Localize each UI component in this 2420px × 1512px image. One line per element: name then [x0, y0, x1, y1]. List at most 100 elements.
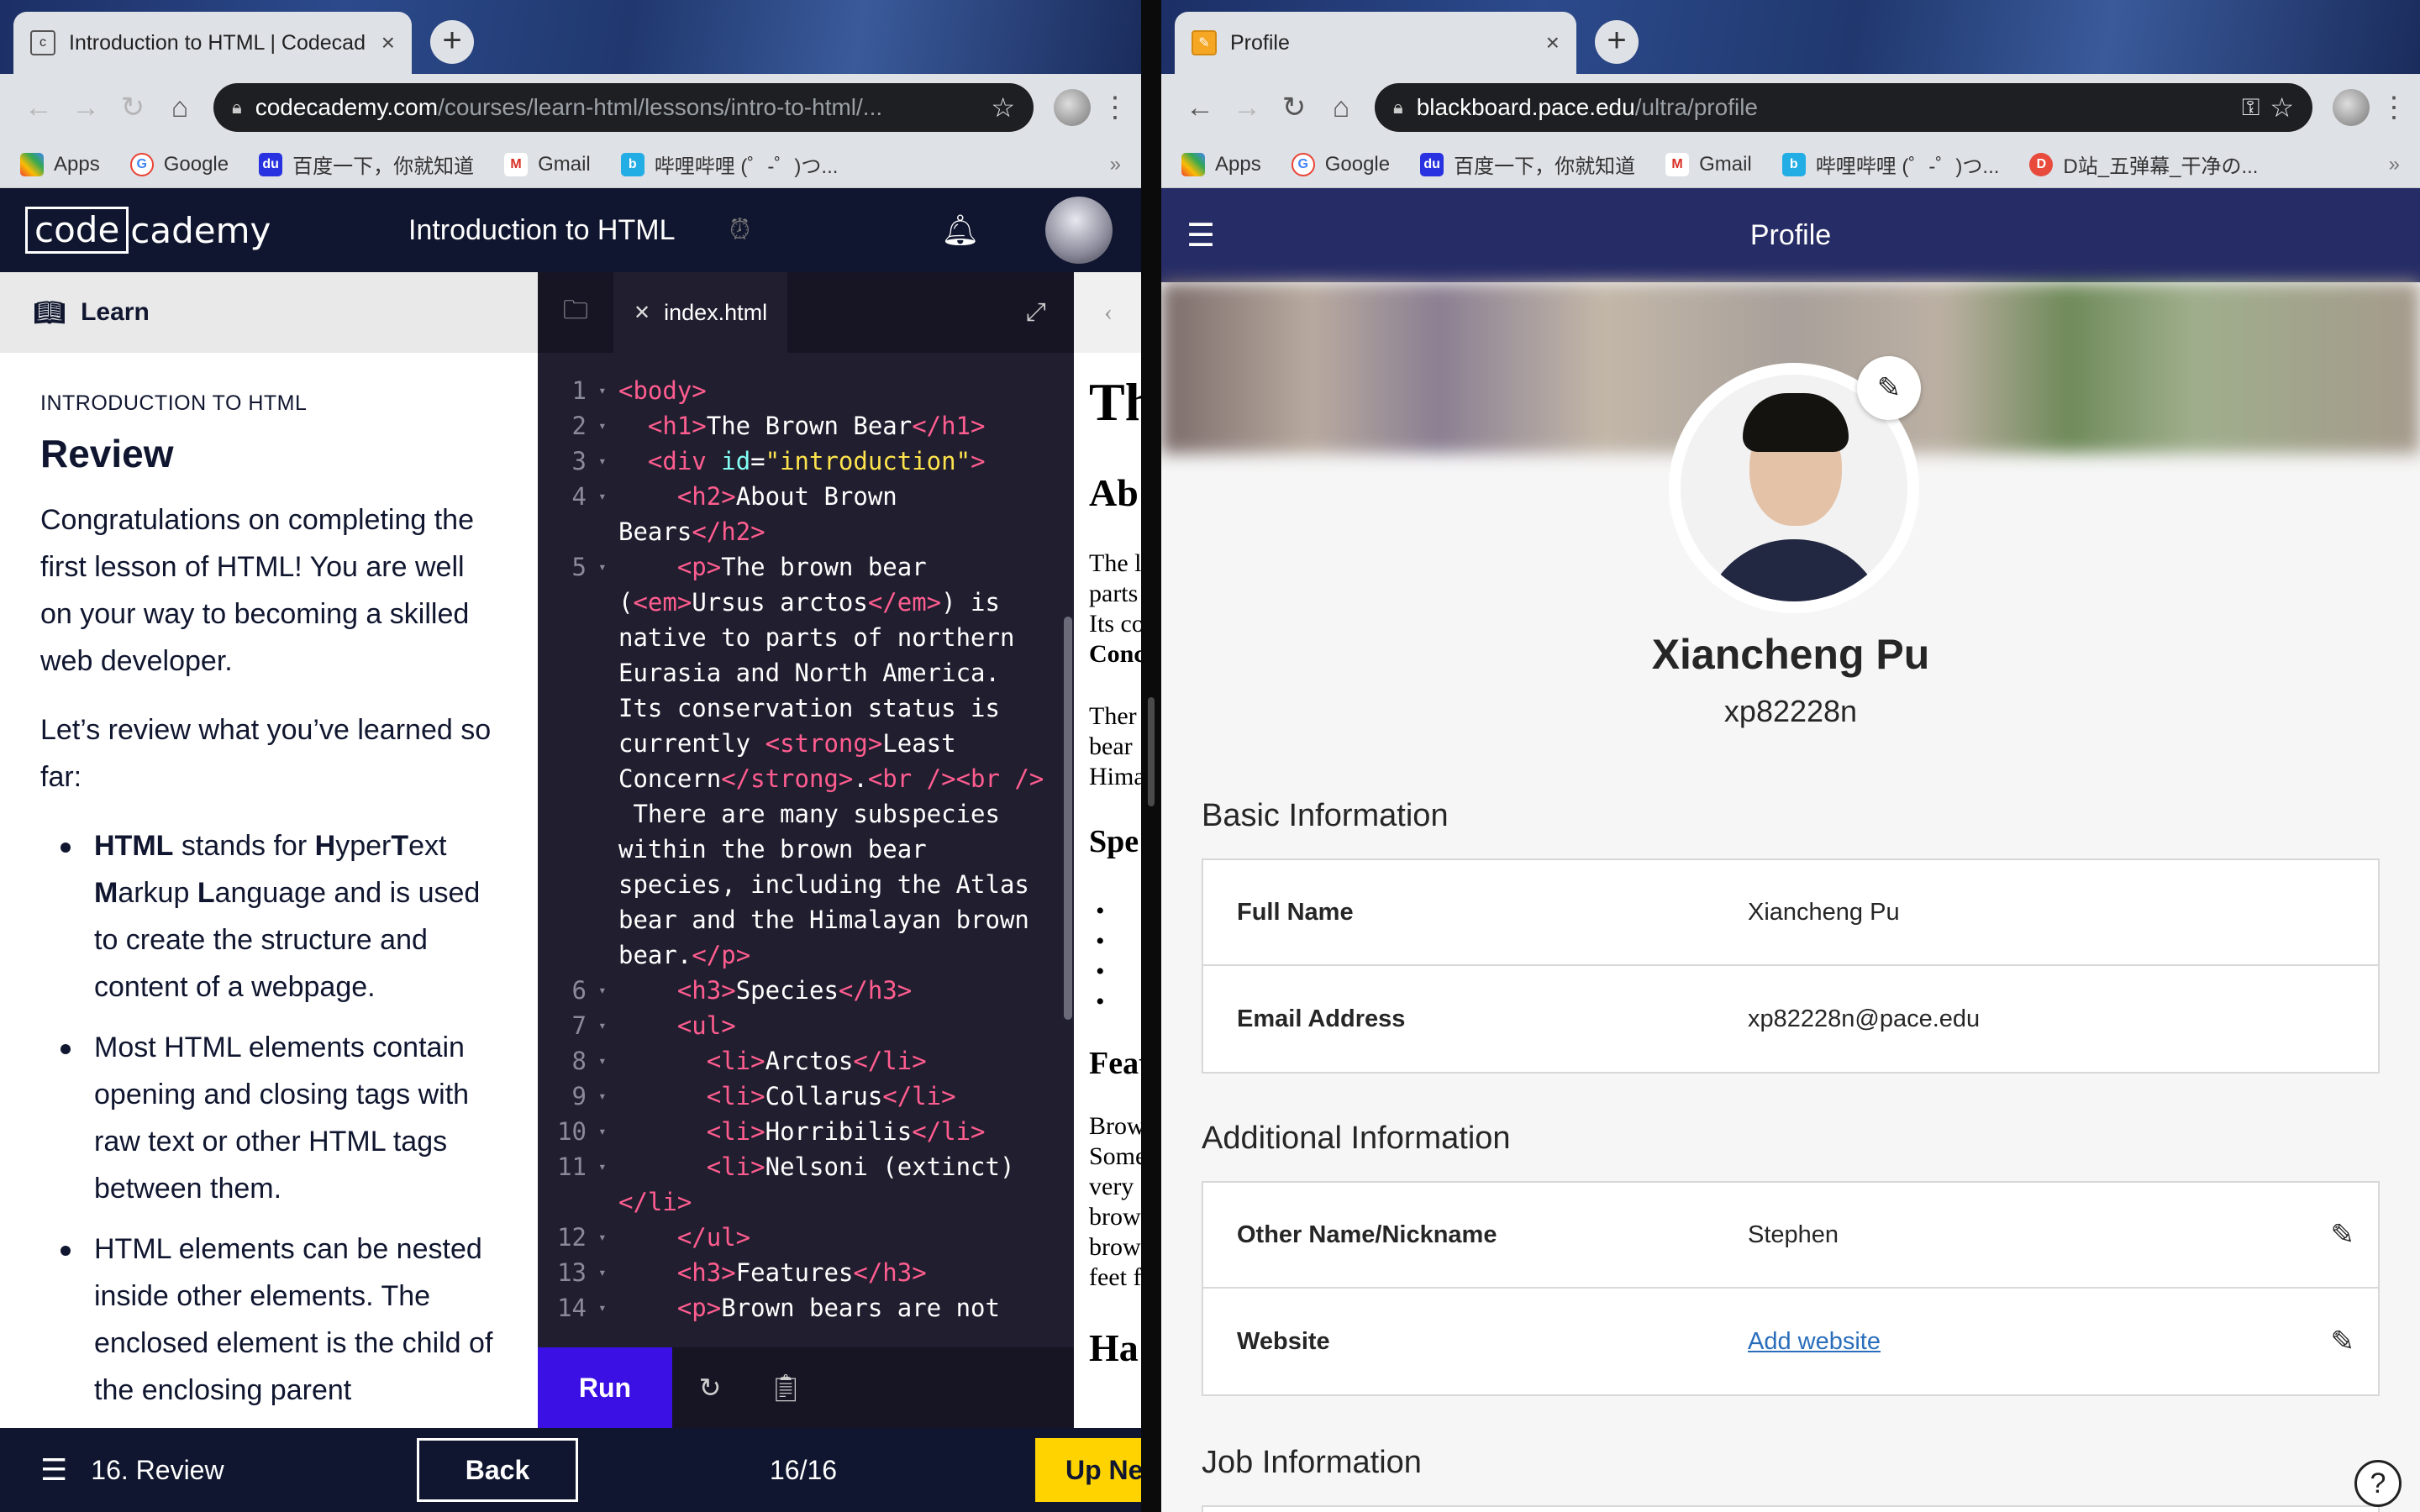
- forward-arrow-icon[interactable]: →: [62, 92, 109, 124]
- code-line[interactable]: There are many subspecies: [538, 796, 1054, 832]
- code-line[interactable]: 2 ▾ <h1>The Brown Bear</h1>: [538, 408, 1054, 444]
- browser-preview[interactable]: ‹ Th Ab The l parts Its co Conc Ther bea…: [1074, 272, 1141, 1428]
- code-line[interactable]: Bears</h2>: [538, 514, 1054, 549]
- code-line[interactable]: 12 ▾ </ul>: [538, 1220, 1054, 1255]
- code-line[interactable]: 14 ▾ <p>Brown bears are not: [538, 1290, 1054, 1326]
- code-line[interactable]: (<em>Ursus arctos</em>) is: [538, 585, 1054, 620]
- split-divider[interactable]: [1141, 0, 1161, 1512]
- code-line[interactable]: 8 ▾ <li>Arctos</li>: [538, 1043, 1054, 1079]
- reload-icon[interactable]: ↻: [109, 91, 156, 124]
- bookmark-dzhan[interactable]: D D站_五弹幕_干净の...: [2029, 150, 2258, 179]
- up-next-button[interactable]: Up Ne: [1035, 1438, 1141, 1502]
- close-file-icon[interactable]: ✕: [634, 301, 650, 325]
- add-website-link[interactable]: Add website: [1748, 1328, 1881, 1356]
- bookmark-baidu[interactable]: du 百度一下，你就知道: [1420, 150, 1635, 179]
- code-line[interactable]: 6 ▾ <h3>Species</h3>: [538, 973, 1054, 1008]
- menu-icon[interactable]: ☰: [40, 1452, 67, 1488]
- code-line[interactable]: Eurasia and North America.: [538, 655, 1054, 690]
- fold-arrow-icon[interactable]: ▾: [598, 1079, 618, 1114]
- new-tab-button[interactable]: +: [430, 20, 474, 64]
- code-line[interactable]: native to parts of northern: [538, 620, 1054, 655]
- browser-tab-profile[interactable]: ✎ Profile ×: [1175, 12, 1576, 74]
- divider-handle[interactable]: [1148, 697, 1155, 806]
- bookmark-gmail[interactable]: M Gmail: [1665, 152, 1752, 176]
- reload-icon[interactable]: ↻: [1270, 91, 1318, 124]
- code-line[interactable]: 4 ▾ <h2>About Brown: [538, 479, 1054, 514]
- alarm-clock-icon[interactable]: ⏰︎: [729, 214, 750, 246]
- address-bar[interactable]: 🔒︎ codecademy.com /courses/learn-html/le…: [213, 83, 1034, 132]
- back-arrow-icon[interactable]: ←: [1176, 92, 1223, 124]
- edit-website-pencil-icon[interactable]: ✎: [2331, 1325, 2355, 1358]
- close-tab-icon[interactable]: ×: [381, 29, 395, 56]
- browser-menu-icon[interactable]: ⋮: [1101, 91, 1129, 124]
- code-line[interactable]: Its conservation status is: [538, 690, 1054, 726]
- code-area[interactable]: 1 ▾ <body> 2 ▾ <h1>The Brown Bear</h1> 3 ▾ <di…: [538, 373, 1054, 1347]
- fold-arrow-icon[interactable]: ▾: [598, 408, 618, 444]
- fold-arrow-icon[interactable]: ▾: [598, 1255, 618, 1290]
- hamburger-menu-icon[interactable]: ☰: [1186, 217, 1215, 255]
- profile-avatar[interactable]: [1054, 89, 1091, 126]
- bookmark-apps[interactable]: Apps: [1181, 152, 1261, 176]
- fold-arrow-icon[interactable]: ▾: [598, 1008, 618, 1043]
- editor-scrollbar[interactable]: [1064, 617, 1072, 1020]
- home-icon[interactable]: ⌂: [1318, 92, 1365, 124]
- user-avatar[interactable]: [1045, 197, 1113, 264]
- fold-arrow-icon[interactable]: ▾: [598, 1220, 618, 1255]
- bookmark-star-icon[interactable]: ☆: [2270, 92, 2294, 123]
- profile-avatar[interactable]: [2333, 89, 2370, 126]
- fold-arrow-icon[interactable]: ▾: [598, 373, 618, 408]
- back-button[interactable]: Back: [417, 1438, 578, 1502]
- learn-tab[interactable]: 📖︎ Learn: [0, 272, 538, 353]
- code-line[interactable]: 1 ▾ <body>: [538, 373, 1054, 408]
- bookmark-google[interactable]: G Google: [129, 152, 229, 176]
- current-lesson[interactable]: 16. Review: [91, 1455, 224, 1486]
- code-line[interactable]: 3 ▾ <div id="introduction">: [538, 444, 1054, 479]
- notification-bell-icon[interactable]: 🔔︎: [941, 213, 980, 248]
- code-line[interactable]: bear.</p>: [538, 937, 1054, 973]
- browser-menu-icon[interactable]: ⋮: [2380, 91, 2408, 124]
- help-icon[interactable]: ?: [2354, 1460, 2402, 1507]
- code-line[interactable]: 10 ▾ <li>Horribilis</li>: [538, 1114, 1054, 1149]
- bookmark-star-icon[interactable]: ☆: [991, 92, 1015, 123]
- close-tab-icon[interactable]: ×: [1546, 29, 1560, 56]
- reset-icon[interactable]: ↻: [672, 1372, 748, 1404]
- codecademy-logo[interactable]: code cademy: [25, 207, 271, 254]
- code-line[interactable]: Concern</strong>.<br /><br />: [538, 761, 1054, 796]
- forward-arrow-icon[interactable]: →: [1223, 92, 1270, 124]
- fold-arrow-icon[interactable]: ▾: [598, 1114, 618, 1149]
- fold-arrow-icon[interactable]: ▾: [598, 549, 618, 585]
- bookmark-google[interactable]: G Google: [1291, 152, 1390, 176]
- back-arrow-icon[interactable]: ←: [15, 92, 62, 124]
- edit-avatar-pencil-icon[interactable]: ✎: [1857, 356, 1921, 420]
- new-tab-button[interactable]: +: [1595, 20, 1639, 64]
- fold-arrow-icon[interactable]: ▾: [598, 479, 618, 514]
- code-line[interactable]: 7 ▾ <ul>: [538, 1008, 1054, 1043]
- fold-arrow-icon[interactable]: ▾: [598, 1149, 618, 1184]
- fold-arrow-icon[interactable]: ▾: [598, 444, 618, 479]
- code-line[interactable]: 11 ▾ <li>Nelsoni (extinct): [538, 1149, 1054, 1184]
- copy-clipboard-icon[interactable]: 📋︎: [748, 1372, 823, 1404]
- bookmark-gmail[interactable]: M Gmail: [504, 152, 591, 176]
- fold-arrow-icon[interactable]: ▾: [598, 1290, 618, 1326]
- code-line[interactable]: 9 ▾ <li>Collarus</li>: [538, 1079, 1054, 1114]
- preview-back-icon[interactable]: ‹: [1074, 272, 1141, 353]
- fold-arrow-icon[interactable]: ▾: [598, 973, 618, 1008]
- bookmark-bilibili[interactable]: b 哔哩哔哩 (゜-゜)つ...: [620, 150, 838, 179]
- bookmark-baidu[interactable]: du 百度一下，你就知道: [259, 150, 474, 179]
- key-icon[interactable]: ⚿: [2242, 94, 2260, 122]
- code-line[interactable]: 5 ▾ <p>The brown bear: [538, 549, 1054, 585]
- bookmark-bilibili[interactable]: b 哔哩哔哩 (゜-゜)つ...: [1781, 150, 1999, 179]
- home-icon[interactable]: ⌂: [156, 92, 203, 124]
- folder-icon[interactable]: 🗀: [538, 272, 613, 353]
- address-bar[interactable]: 🔒︎ blackboard.pace.edu /ultra/profile ⚿ …: [1375, 83, 2312, 132]
- bookmarks-overflow-icon[interactable]: »: [1110, 153, 1121, 176]
- expand-icon[interactable]: ⤢: [998, 272, 1074, 353]
- code-line[interactable]: species, including the Atlas: [538, 867, 1054, 902]
- code-line[interactable]: currently <strong>Least: [538, 726, 1054, 761]
- code-line[interactable]: </li>: [538, 1184, 1054, 1220]
- code-line[interactable]: within the brown bear: [538, 832, 1054, 867]
- file-tab-index-html[interactable]: ✕ index.html: [613, 272, 788, 353]
- code-line[interactable]: 13 ▾ <h3>Features</h3>: [538, 1255, 1054, 1290]
- code-line[interactable]: bear and the Himalayan brown: [538, 902, 1054, 937]
- run-button[interactable]: Run: [538, 1347, 672, 1428]
